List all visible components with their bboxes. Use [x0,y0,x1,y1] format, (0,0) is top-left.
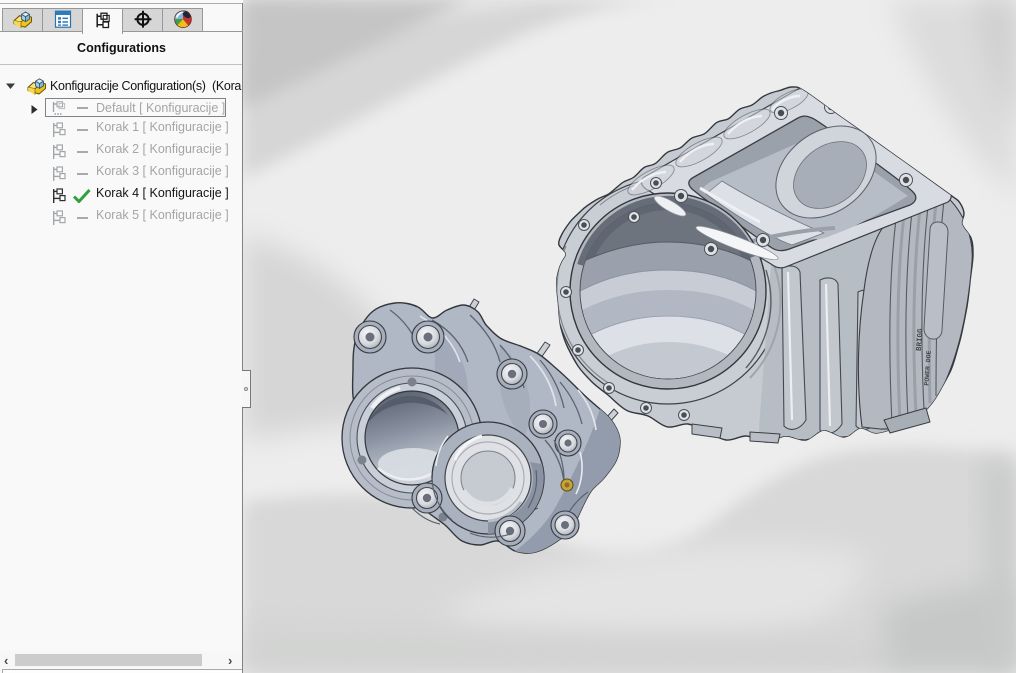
svg-text:BRIGG: BRIGG [916,328,926,352]
